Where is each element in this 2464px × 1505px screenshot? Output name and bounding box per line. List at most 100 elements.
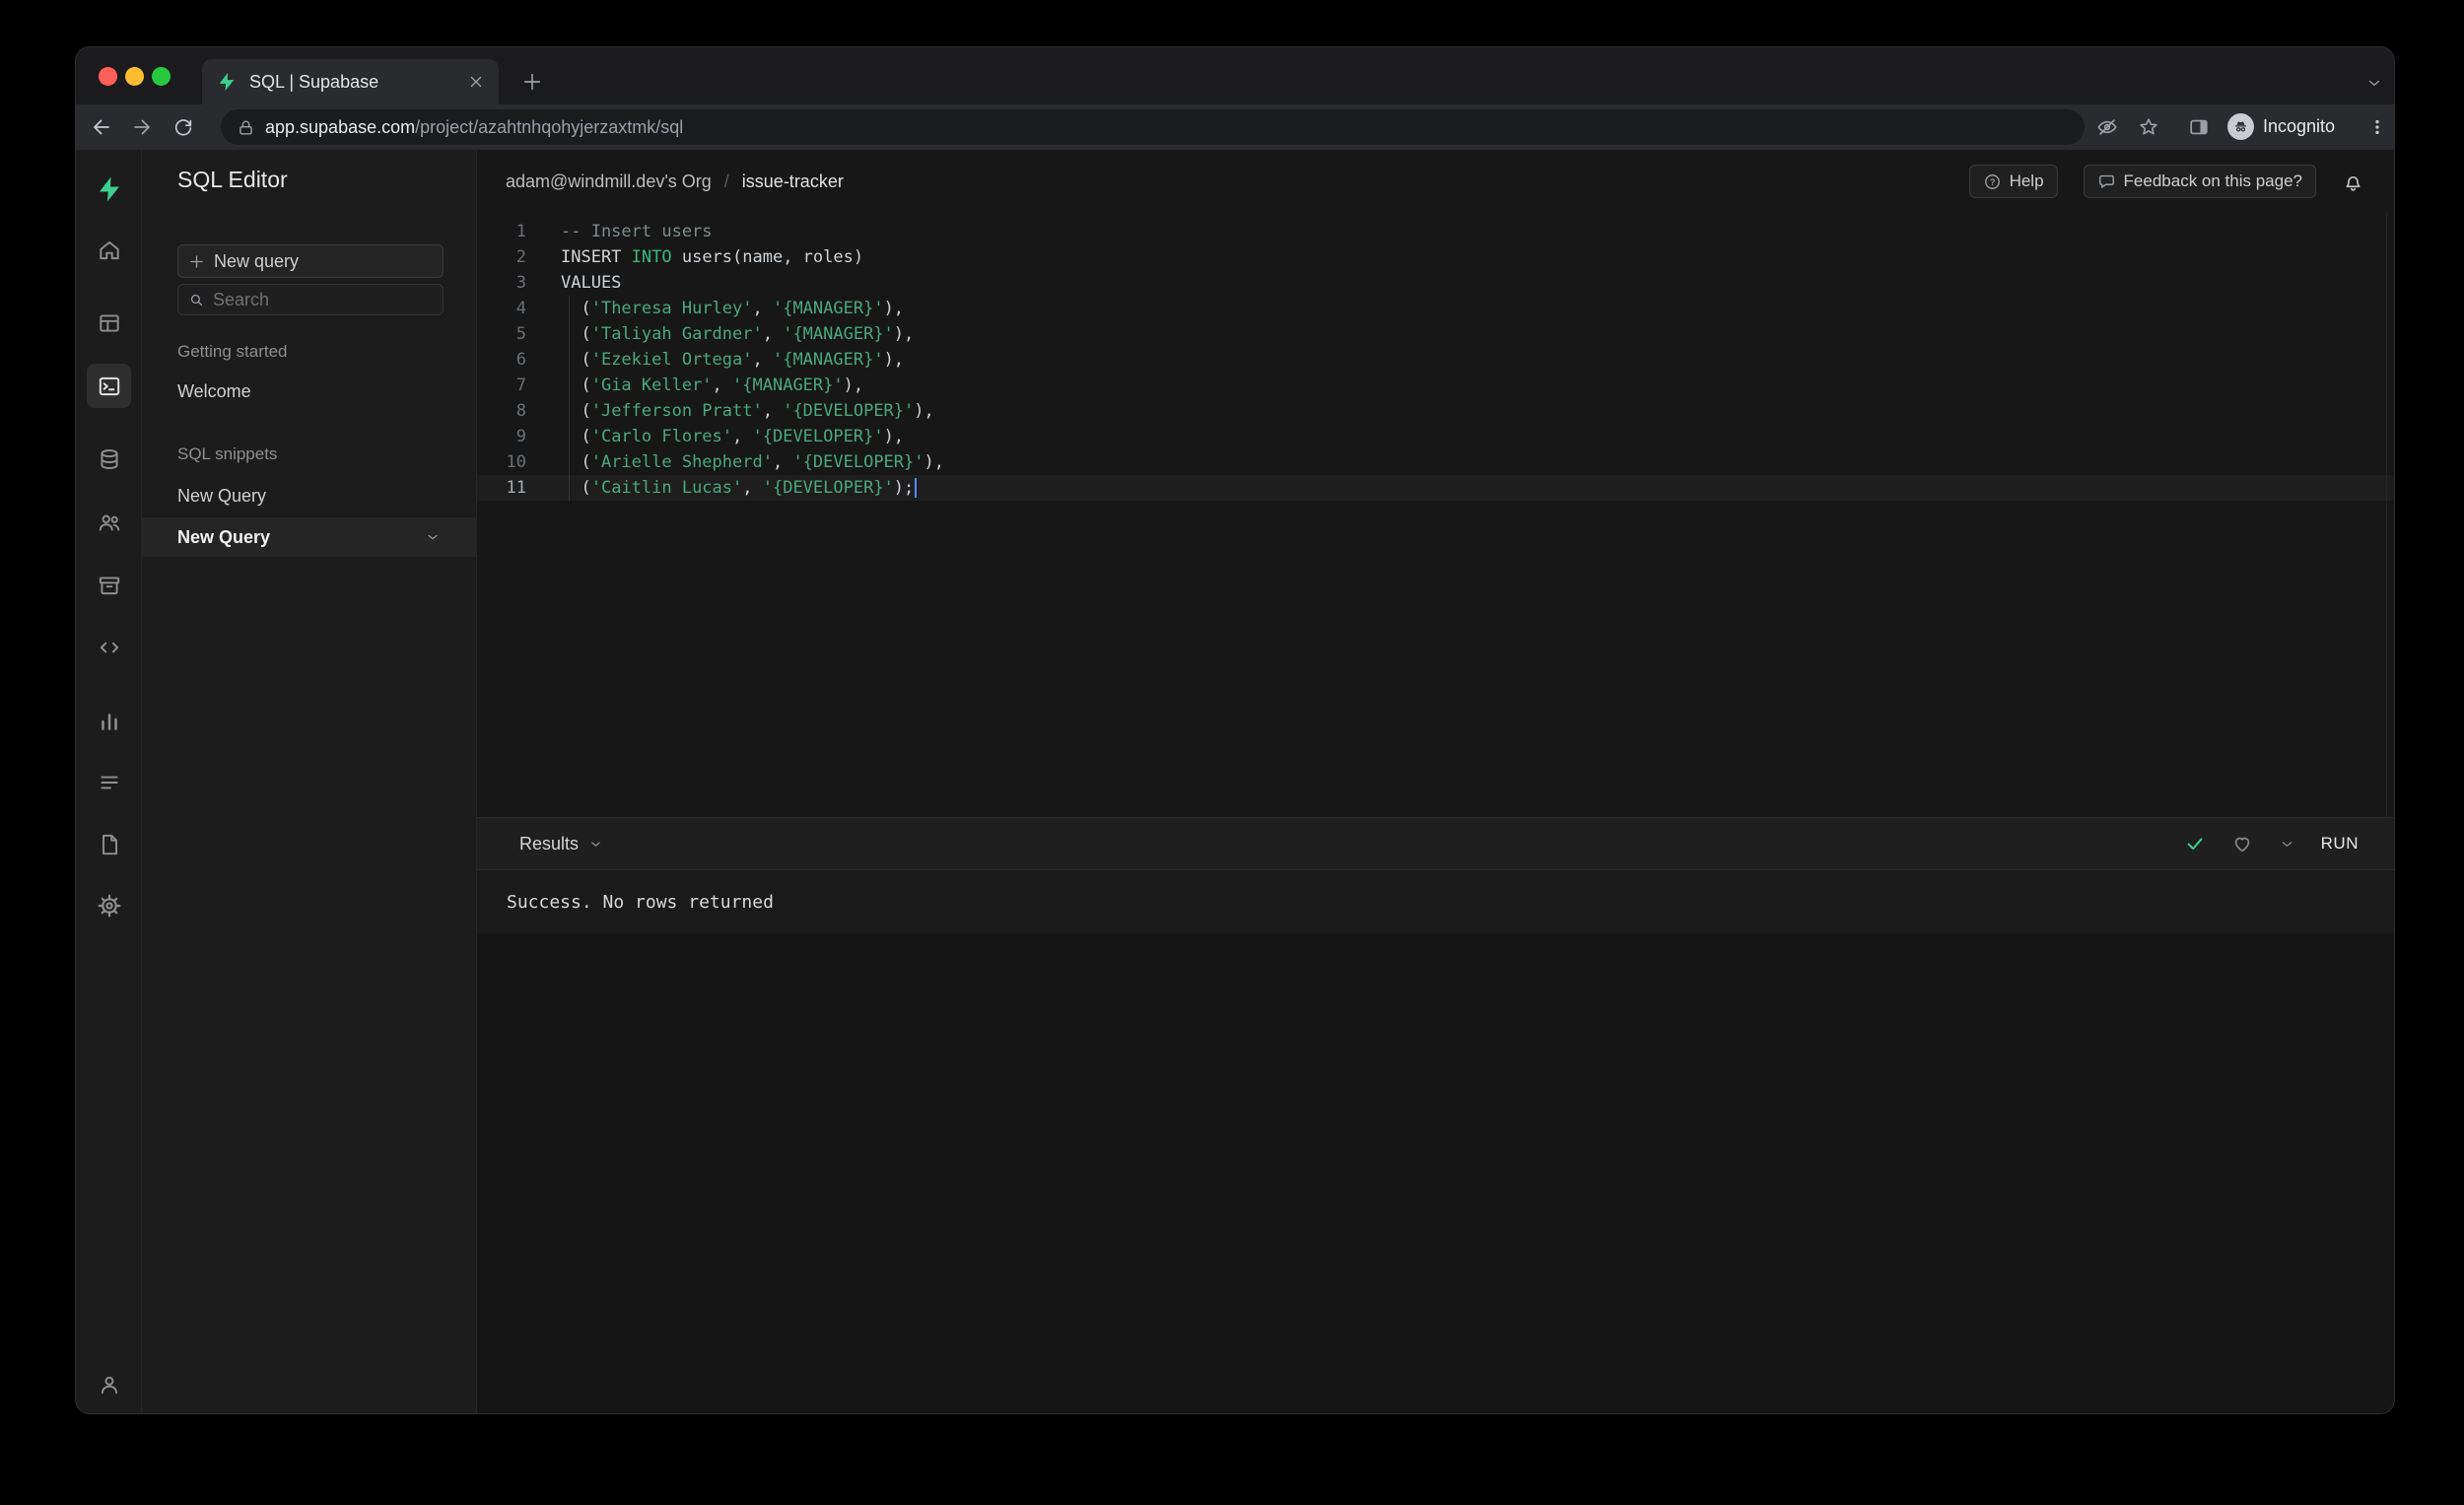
home-icon[interactable] <box>87 228 131 272</box>
sql-editor-icon[interactable] <box>87 364 131 408</box>
sidebar-item-new-query-2-selected[interactable]: New Query <box>142 517 476 557</box>
bookmark-star-icon[interactable] <box>2137 115 2160 139</box>
address-bar[interactable]: app.supabase.com/project/azahtnhqohyjerz… <box>221 109 2085 145</box>
breadcrumb-project[interactable]: issue-tracker <box>742 171 844 192</box>
storage-icon[interactable] <box>87 563 131 607</box>
favorite-heart-icon[interactable] <box>2231 833 2253 855</box>
database-icon[interactable] <box>87 437 131 481</box>
supabase-app: SQL Editor New query Getting started Wel… <box>76 150 2394 1413</box>
incognito-avatar-icon <box>2227 113 2254 140</box>
code-text: ('Gia Keller', '{MANAGER}'), <box>561 376 864 395</box>
reload-button[interactable] <box>171 115 195 139</box>
code-line[interactable]: 6 ('Ezekiel Ortega', '{MANAGER}'), <box>477 347 2394 373</box>
code-text: VALUES <box>561 273 622 293</box>
code-line[interactable]: 8 ('Jefferson Pratt', '{DEVELOPER}'), <box>477 398 2394 424</box>
tab-close-icon[interactable] <box>467 73 485 91</box>
browser-menu-icon[interactable] <box>2365 115 2389 139</box>
code-line[interactable]: 4 ('Theresa Hurley', '{MANAGER}'), <box>477 296 2394 321</box>
feedback-bubble-icon <box>2097 172 2116 191</box>
close-window-button[interactable] <box>99 67 117 86</box>
browser-tab[interactable]: SQL | Supabase <box>202 59 499 104</box>
code-line[interactable]: 10 ('Arielle Shepherd', '{DEVELOPER}'), <box>477 449 2394 475</box>
logs-list-icon[interactable] <box>87 760 131 804</box>
url-path: /project/azahtnhqohyjerzaxtmk/sql <box>415 116 684 137</box>
feedback-button[interactable]: Feedback on this page? <box>2083 165 2316 198</box>
macos-window-controls <box>99 67 171 86</box>
run-button[interactable]: RUN <box>2321 834 2359 854</box>
auth-users-icon[interactable] <box>87 500 131 544</box>
line-number: 10 <box>506 452 526 472</box>
breadcrumb: adam@windmill.dev's Org / issue-tracker <box>506 150 844 213</box>
success-check-icon[interactable] <box>2184 833 2206 855</box>
code-text: ('Ezekiel Ortega', '{MANAGER}'), <box>561 350 905 370</box>
help-button-label: Help <box>2009 171 2044 190</box>
line-number: 6 <box>515 350 526 370</box>
results-bar: Results RUN <box>477 817 2394 870</box>
code-line[interactable]: 3 VALUES <box>477 270 2394 296</box>
line-number: 2 <box>515 247 526 267</box>
supabase-favicon-icon <box>216 71 238 93</box>
supabase-logo-icon[interactable] <box>87 167 131 211</box>
line-number: 8 <box>515 401 526 421</box>
code-text: ('Carlo Flores', '{DEVELOPER}'), <box>561 427 905 446</box>
code-line[interactable]: 1 -- Insert users <box>477 219 2394 244</box>
question-mark-glyph: ? <box>1990 176 1995 186</box>
results-empty-area <box>477 933 2394 1413</box>
code-text: ('Arielle Shepherd', '{DEVELOPER}'), <box>561 452 944 472</box>
code-line[interactable]: 2 INSERT INTO users(name, roles) <box>477 244 2394 270</box>
code-text: ('Taliyah Gardner', '{MANAGER}'), <box>561 324 915 344</box>
results-dropdown[interactable]: Results <box>519 834 603 855</box>
editor-scrollbar[interactable] <box>2386 213 2387 817</box>
reports-chart-icon[interactable] <box>87 699 131 743</box>
sql-editor-sidebar: SQL Editor New query Getting started Wel… <box>142 150 477 1413</box>
incognito-profile-chip[interactable]: Incognito <box>2227 113 2335 140</box>
browser-toolbar: app.supabase.com/project/azahtnhqohyjerz… <box>76 104 2394 150</box>
tab-search-chevron-icon[interactable] <box>2362 71 2386 95</box>
code-line[interactable]: 5 ('Taliyah Gardner', '{MANAGER}'), <box>477 321 2394 347</box>
sidebar-title: SQL Editor <box>177 167 288 192</box>
query-result-message: Success. No rows returned <box>477 870 2394 933</box>
forward-button[interactable] <box>130 115 154 139</box>
search-input[interactable] <box>213 289 410 310</box>
account-icon[interactable] <box>87 1362 131 1406</box>
sql-code-editor[interactable]: 1 -- Insert users 2 INSERT INTO users(name,… <box>477 213 2394 817</box>
settings-gear-icon[interactable] <box>87 883 131 927</box>
snippet-options-chevron-icon[interactable] <box>425 529 441 545</box>
code-line[interactable]: 7 ('Gia Keller', '{MANAGER}'), <box>477 373 2394 398</box>
new-tab-button[interactable] <box>516 66 548 98</box>
back-button[interactable] <box>90 115 113 139</box>
help-button[interactable]: ? Help <box>1968 165 2058 198</box>
sidebar-item-new-query-1[interactable]: New Query <box>142 478 476 513</box>
api-code-icon[interactable] <box>87 625 131 669</box>
sql-snippets-section-label: SQL snippets <box>177 445 278 463</box>
search-icon <box>188 292 205 308</box>
nav-rail <box>76 150 142 1413</box>
snippet-search[interactable] <box>177 284 444 315</box>
selected-snippet-label: New Query <box>177 526 271 547</box>
eye-blocked-icon[interactable] <box>2095 115 2119 139</box>
run-options-chevron-icon[interactable] <box>2279 836 2295 853</box>
zoom-window-button[interactable] <box>152 67 171 86</box>
site-security-lock-icon[interactable] <box>237 118 255 137</box>
table-editor-icon[interactable] <box>87 301 131 345</box>
line-number: 9 <box>515 427 526 446</box>
code-text: ('Theresa Hurley', '{MANAGER}'), <box>561 299 905 318</box>
line-number: 7 <box>515 376 526 395</box>
new-query-button-label: New query <box>214 250 300 271</box>
tab-strip: SQL | Supabase <box>76 47 2394 104</box>
breadcrumb-org[interactable]: adam@windmill.dev's Org <box>506 171 712 192</box>
code-line[interactable]: 11 ('Caitlin Lucas', '{DEVELOPER}'); <box>477 475 2394 501</box>
docs-file-icon[interactable] <box>87 822 131 866</box>
code-lines: 1 -- Insert users 2 INSERT INTO users(name,… <box>477 219 2394 501</box>
code-line[interactable]: 9 ('Carlo Flores', '{DEVELOPER}'), <box>477 424 2394 449</box>
side-panel-icon[interactable] <box>2187 115 2211 139</box>
sidebar-item-welcome[interactable]: Welcome <box>142 374 476 409</box>
notifications-bell-icon[interactable] <box>2342 171 2364 193</box>
line-number: 1 <box>515 222 526 241</box>
browser-window: SQL | Supabase app.supabase.com/project/… <box>76 47 2394 1413</box>
tab-title: SQL | Supabase <box>249 71 379 92</box>
breadcrumb-separator: / <box>723 171 729 191</box>
minimize-window-button[interactable] <box>125 67 144 86</box>
main-header: adam@windmill.dev's Org / issue-tracker … <box>477 150 2394 213</box>
new-query-button[interactable]: New query <box>177 244 444 278</box>
